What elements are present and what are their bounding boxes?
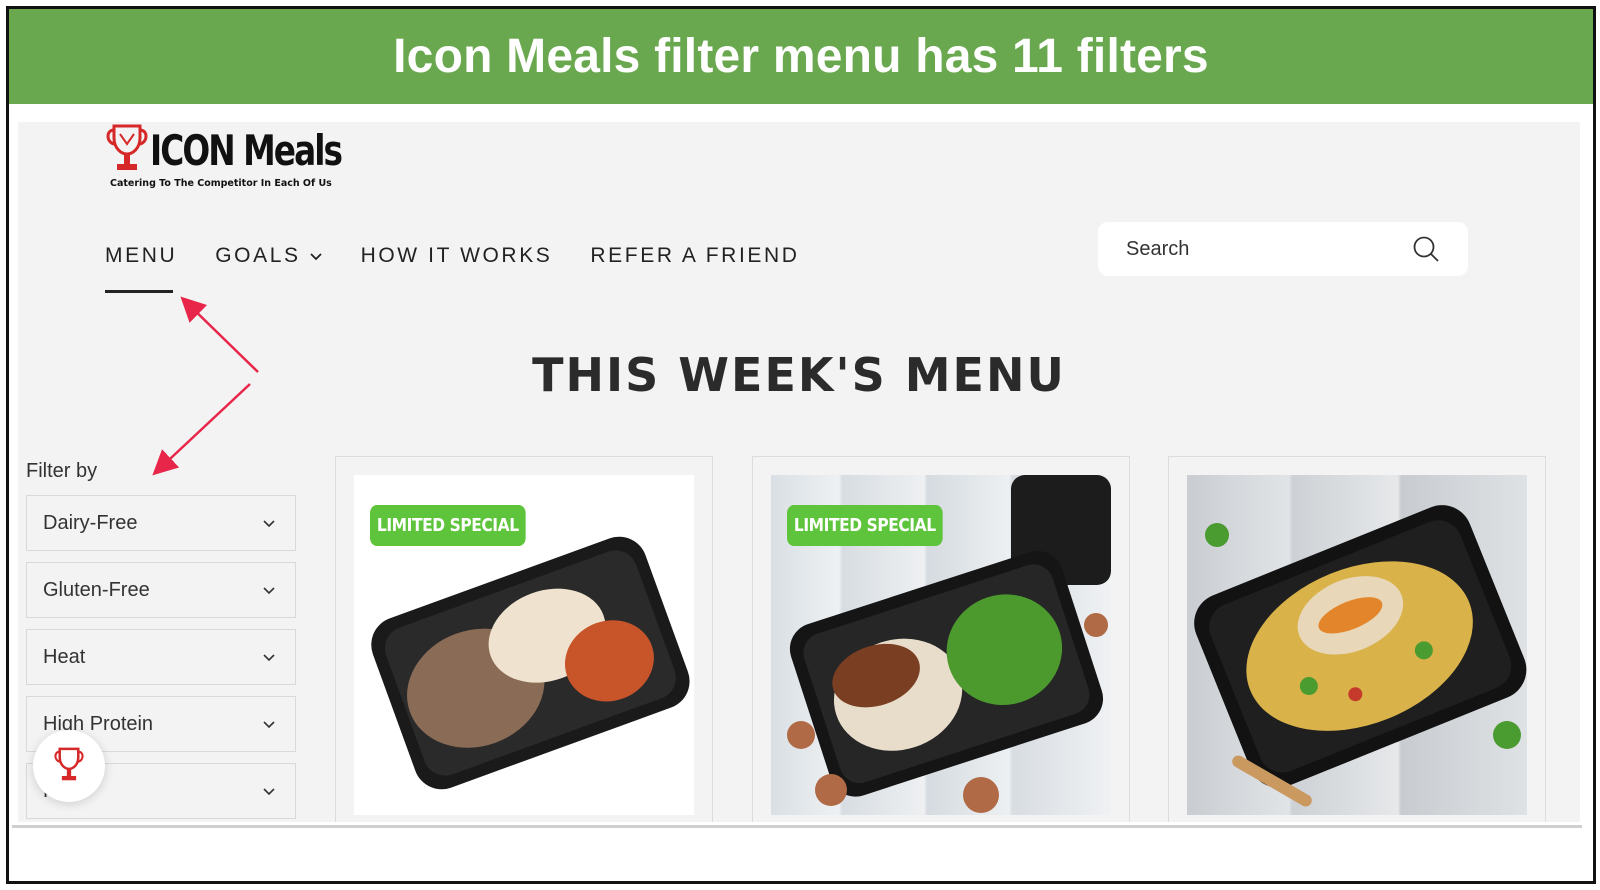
search-box[interactable] [1098, 222, 1468, 276]
filter-dairy-free[interactable]: Dairy-Free [26, 495, 296, 551]
chevron-down-icon [263, 788, 275, 796]
floating-trophy-button[interactable] [33, 730, 105, 802]
site-logo[interactable]: ICON Meals Catering To The Competitor In… [104, 122, 343, 197]
nav-item-goals[interactable]: GOALS [215, 244, 322, 268]
chevron-down-icon [263, 587, 275, 595]
chevron-down-icon [263, 520, 275, 528]
trophy-icon [106, 124, 148, 170]
nav-active-underline [105, 290, 173, 293]
trophy-icon [54, 747, 84, 781]
meal-image[interactable]: LIMITED SPECIAL [771, 475, 1111, 815]
nav-item-refer-a-friend[interactable]: REFER A FRIEND [590, 244, 799, 268]
nav-item-how-it-works[interactable]: HOW IT WORKS [361, 244, 553, 268]
meal-card[interactable]: LIMITED SPECIAL [335, 456, 713, 822]
nav-item-label: HOW IT WORKS [360, 244, 553, 267]
chevron-down-icon [309, 253, 322, 261]
filter-label: Heat [43, 645, 86, 668]
divider [12, 825, 1582, 828]
nav-item-label: GOALS [215, 244, 301, 267]
search-input[interactable] [1126, 237, 1406, 261]
meal-image[interactable]: LIMITED SPECIAL [354, 475, 694, 815]
chevron-down-icon [263, 721, 275, 729]
nav-item-label: MENU [105, 244, 178, 267]
meal-tray-image [1194, 505, 1527, 807]
banner-title: Icon Meals filter menu has 11 filters [393, 30, 1209, 83]
filter-by-label: Filter by [26, 460, 98, 482]
page-title: THIS WEEK'S MENU [532, 348, 1066, 402]
nav-item-menu[interactable]: MENU [105, 244, 177, 268]
website-page: ICON Meals Catering To The Competitor In… [18, 122, 1580, 822]
meal-card[interactable]: LIMITED SPECIAL [752, 456, 1130, 822]
logo-wordmark: ICON Meals [150, 126, 343, 175]
filter-gluten-free[interactable]: Gluten-Free [26, 562, 296, 618]
filter-label: Gluten-Free [43, 578, 150, 601]
meal-card[interactable] [1168, 456, 1546, 822]
annotation-banner: Icon Meals filter menu has 11 filters [9, 9, 1593, 104]
nav-item-label: REFER A FRIEND [590, 244, 800, 267]
filter-label: Dairy-Free [43, 511, 138, 534]
limited-special-badge: LIMITED SPECIAL [370, 505, 526, 546]
limited-special-badge: LIMITED SPECIAL [787, 505, 943, 546]
chevron-down-icon [263, 654, 275, 662]
main-nav: MENU GOALS HOW IT WORKS REFER A FRIEND [105, 244, 838, 268]
meal-image[interactable] [1187, 475, 1527, 815]
search-icon[interactable] [1412, 235, 1440, 263]
logo-tagline: Catering To The Competitor In Each Of Us [110, 178, 332, 189]
filter-heat[interactable]: Heat [26, 629, 296, 685]
